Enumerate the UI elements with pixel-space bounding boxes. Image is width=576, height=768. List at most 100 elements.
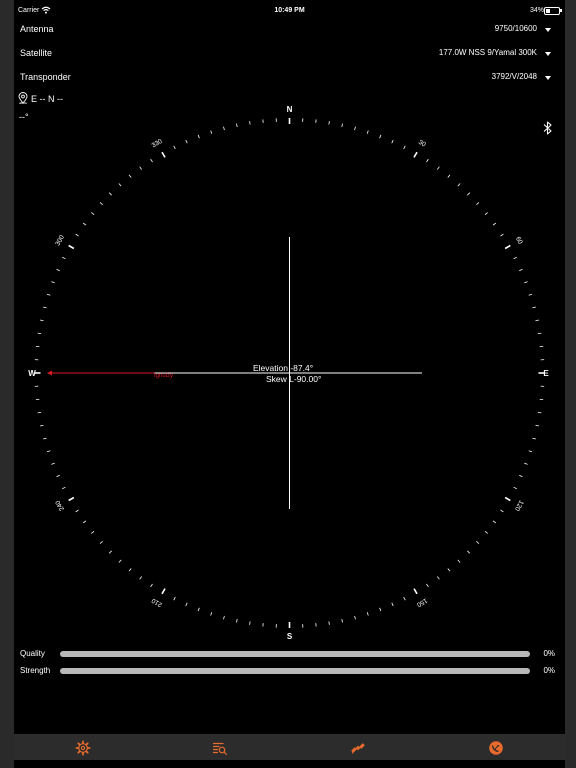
compass-tick: [457, 183, 461, 187]
compass-tick: [75, 509, 79, 513]
compass-tick: [99, 202, 103, 206]
compass-tick: [46, 293, 51, 296]
compass-tick: [391, 602, 394, 607]
satellite-dish-icon[interactable]: [488, 740, 504, 756]
degree-label: 330: [151, 138, 164, 150]
chevron-down-icon[interactable]: [545, 52, 551, 56]
strength-percent: 0%: [543, 666, 555, 675]
compass-tick: [513, 486, 517, 490]
chevron-down-icon[interactable]: [545, 76, 551, 80]
compass-tick: [150, 158, 153, 163]
compass-tick: [354, 615, 356, 620]
compass-tick: [537, 332, 542, 335]
satellite-label: Satellite: [20, 48, 53, 58]
degree-label: 210: [150, 596, 163, 608]
compass-tick: [223, 126, 225, 131]
compass-tick: [223, 615, 225, 620]
list-search-icon[interactable]: [212, 740, 228, 756]
compass-tick: [62, 256, 66, 260]
compass-tick: [532, 306, 536, 309]
compass-tick: [504, 244, 511, 250]
compass-tick: [197, 607, 200, 612]
compass-tick: [447, 174, 451, 178]
compass-tick: [467, 192, 471, 196]
quality-bar: [60, 651, 530, 657]
transponder-row[interactable]: Transponder 3792/V/2048: [14, 68, 565, 86]
degree-label: 300: [54, 234, 66, 247]
antenna-row[interactable]: Antenna 9750/10600: [14, 20, 565, 38]
compass-tick: [341, 618, 343, 623]
compass-tick: [173, 145, 176, 150]
settings-gear-icon[interactable]: [75, 740, 91, 756]
cardinal-south: S: [287, 632, 293, 641]
compass-tick: [210, 130, 213, 134]
compass-tick: [484, 212, 488, 216]
compass-tick: [91, 212, 95, 216]
antenna-value[interactable]: 9750/10600: [495, 24, 537, 33]
compass-tick: [492, 520, 497, 524]
compass-tick: [524, 281, 528, 284]
quality-label: Quality: [20, 649, 45, 658]
compass-dial: N E S W 30 60 120 150 210 240 300 330: [28, 105, 549, 641]
compass-tick: [68, 244, 75, 250]
compass-tick: [528, 293, 533, 296]
compass-tick: [457, 559, 461, 563]
compass-tick: [37, 332, 42, 335]
tab-bar: [14, 734, 565, 760]
compass-tick: [108, 192, 112, 196]
compass-tick: [476, 540, 480, 544]
compass-tick: [139, 576, 142, 580]
satellite-value[interactable]: 177.0W NSS 9/Yamal 300K: [439, 48, 537, 57]
satellite-row[interactable]: Satellite 177.0W NSS 9/Yamal 300K: [14, 44, 565, 62]
skew-text: Skew L-90.00°: [266, 374, 322, 384]
compass-tick: [447, 568, 451, 572]
compass-tick: [51, 281, 55, 284]
compass-tick: [403, 145, 406, 150]
transponder-label: Transponder: [20, 72, 71, 82]
compass-tick: [328, 621, 330, 625]
compass-tick: [500, 233, 504, 237]
quality-percent: 0%: [543, 649, 555, 658]
satellite-icon[interactable]: [350, 740, 366, 756]
app-screen: Carrier 10:49 PM 34% Antenna 9750/10600 …: [14, 0, 565, 768]
clock: 10:49 PM: [274, 7, 305, 14]
compass-tick: [341, 123, 343, 128]
degree-label: 30: [417, 139, 427, 149]
compass-tick: [150, 583, 153, 588]
battery-icon: [544, 7, 560, 15]
compass-tick: [68, 496, 75, 502]
compass-tick: [426, 158, 429, 163]
compass-tick: [524, 462, 528, 465]
compass-tick: [249, 121, 251, 125]
compass-tick: [437, 576, 440, 580]
compass-tick: [535, 424, 540, 427]
elevation-text: Elevation -87.4°: [253, 363, 314, 373]
compass-tick: [413, 588, 418, 595]
degree-label: 240: [54, 499, 66, 512]
compass-tick: [249, 621, 251, 625]
compass-tick: [519, 268, 523, 272]
chevron-down-icon[interactable]: [545, 28, 551, 32]
compass-tick: [476, 202, 480, 206]
degree-label: 150: [415, 597, 428, 609]
compass-tick: [528, 450, 533, 453]
compass-tick: [413, 151, 418, 158]
cardinal-west: W: [28, 369, 36, 378]
compass-tick: [185, 139, 188, 144]
transponder-value[interactable]: 3792/V/2048: [492, 72, 537, 81]
battery-percent: 34%: [530, 7, 545, 14]
compass-tick: [535, 319, 540, 322]
compass-tick: [379, 607, 382, 612]
compass-tick: [366, 130, 369, 134]
compass-tick: [139, 166, 142, 170]
needle-arrow-icon: [47, 370, 52, 376]
compass-tick: [43, 437, 47, 440]
compass-tick: [513, 256, 517, 260]
compass-tick: [118, 559, 122, 563]
strength-label: Strength: [20, 666, 51, 675]
compass-tick: [161, 151, 166, 158]
compass-tick: [46, 450, 51, 453]
quality-meter: Quality 0%: [14, 647, 565, 661]
compass-tick: [426, 583, 429, 588]
compass-tick: [492, 222, 497, 226]
